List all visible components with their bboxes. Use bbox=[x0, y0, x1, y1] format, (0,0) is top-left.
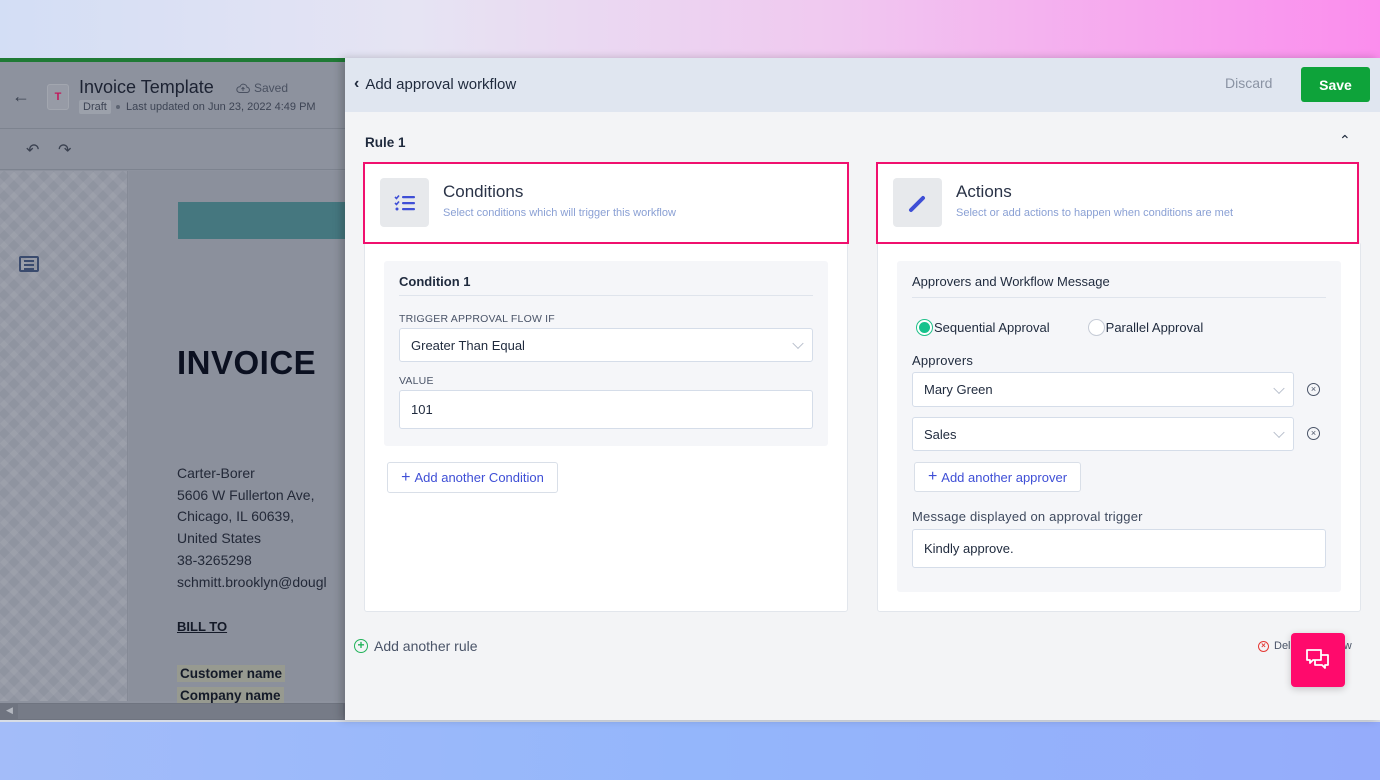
approver-value: Sales bbox=[924, 426, 957, 442]
panel-title: Add approval workflow bbox=[365, 75, 517, 93]
condition-title: Condition 1 bbox=[399, 274, 471, 289]
approval-mode-group: Sequential Approval Parallel Approval bbox=[916, 319, 1203, 336]
panel-header: ‹ Add approval workflow Discard Save bbox=[345, 58, 1380, 112]
approver-value: Mary Green bbox=[924, 382, 993, 397]
remove-approver-icon[interactable]: × bbox=[1307, 383, 1320, 396]
invoice-heading: INVOICE bbox=[177, 344, 317, 381]
document-type-badge: T bbox=[47, 84, 69, 110]
actions-card: Approvers and Workflow Message Sequentia… bbox=[877, 242, 1361, 612]
radio-parallel-approval[interactable]: Parallel Approval bbox=[1087, 319, 1204, 336]
chevron-down-icon bbox=[792, 337, 804, 350]
add-rule-label: Add another rule bbox=[374, 638, 478, 654]
add-approver-label: Add another approver bbox=[941, 469, 1068, 485]
customer-name-field: Customer name bbox=[177, 665, 286, 682]
outline-list-icon[interactable] bbox=[19, 256, 39, 272]
actions-subtitle: Select or add actions to happen when con… bbox=[956, 207, 1234, 219]
value-input-text: 101 bbox=[411, 402, 433, 417]
trigger-label: TRIGGER APPROVAL FLOW IF bbox=[399, 313, 555, 325]
address-line: 38-3265298 bbox=[177, 551, 252, 568]
chat-button[interactable] bbox=[1291, 633, 1345, 687]
chevron-up-icon[interactable]: ⌃ bbox=[1339, 132, 1351, 149]
back-button[interactable]: ‹ Add approval workflow bbox=[354, 75, 516, 93]
scroll-left-icon[interactable]: ◀ bbox=[6, 705, 13, 716]
separator-dot bbox=[116, 105, 120, 110]
plus-circle-icon: + bbox=[354, 639, 368, 653]
plus-icon: + bbox=[927, 468, 938, 485]
radio-unselected-icon bbox=[1087, 319, 1105, 336]
approvers-section-title: Approvers and Workflow Message bbox=[912, 274, 1110, 289]
message-input-text: Kindly approve. bbox=[924, 541, 1014, 556]
add-approver-button[interactable]: + Add another approver bbox=[914, 462, 1081, 492]
condition-block: Condition 1 TRIGGER APPROVAL FLOW IF Gre… bbox=[384, 261, 828, 446]
conditions-header[interactable]: Conditions Select conditions which will … bbox=[363, 162, 849, 244]
address-line: schmitt.brooklyn@dougl bbox=[177, 573, 327, 590]
invoice-page: INVOICE Carter-Borer 5606 W Fullerton Av… bbox=[129, 171, 345, 704]
trigger-operator-select[interactable]: Greater Than Equal bbox=[399, 328, 813, 362]
bill-to-heading: BILL TO bbox=[177, 619, 228, 634]
address-line: 5606 W Fullerton Ave, bbox=[177, 486, 315, 503]
cloud-upload-icon bbox=[236, 83, 250, 93]
invoice-editor: ← T Invoice Template Saved Draft Last up… bbox=[0, 58, 345, 720]
approver-select[interactable]: Mary Green bbox=[912, 372, 1294, 407]
document-title: Invoice Template bbox=[79, 77, 214, 97]
actions-header[interactable]: Actions Select or add actions to happen … bbox=[876, 162, 1359, 244]
conditions-subtitle: Select conditions which will trigger thi… bbox=[443, 207, 676, 219]
actions-title: Actions bbox=[956, 182, 1012, 201]
approvers-label: Approvers bbox=[912, 353, 974, 368]
divider bbox=[399, 295, 813, 296]
radio-selected-icon bbox=[916, 319, 933, 336]
chevron-down-icon bbox=[1273, 382, 1285, 394]
editor-toolbar: ↶ ↷ bbox=[0, 130, 345, 170]
chevron-down-icon bbox=[1273, 426, 1285, 439]
draft-tag: Draft bbox=[79, 100, 111, 114]
approvers-block: Approvers and Workflow Message Sequentia… bbox=[897, 261, 1341, 592]
add-condition-button[interactable]: + Add another Condition bbox=[387, 462, 558, 493]
divider bbox=[912, 297, 1326, 298]
radio-label: Sequential Approval bbox=[934, 320, 1050, 335]
back-arrow-icon[interactable]: ← bbox=[12, 86, 30, 107]
save-status: Saved bbox=[236, 81, 288, 95]
background-band bbox=[0, 720, 1380, 780]
save-button[interactable]: Save bbox=[1301, 67, 1370, 102]
radio-label: Parallel Approval bbox=[1105, 320, 1204, 335]
value-label: VALUE bbox=[399, 375, 434, 387]
add-rule-button[interactable]: + Add another rule bbox=[354, 638, 478, 654]
checklist-icon bbox=[393, 194, 415, 210]
save-status-text: Saved bbox=[254, 81, 289, 95]
add-condition-label: Add another Condition bbox=[414, 470, 544, 485]
company-name-field: Company name bbox=[177, 687, 284, 704]
plus-icon: + bbox=[401, 468, 411, 486]
discard-button[interactable]: Discard bbox=[1225, 75, 1272, 91]
company-address: Carter-Borer 5606 W Fullerton Ave, Chica… bbox=[177, 463, 327, 593]
conditions-icon-box bbox=[380, 178, 429, 227]
last-updated-text: Last updated on Jun 23, 2022 4:49 PM bbox=[126, 101, 316, 113]
remove-approver-icon[interactable]: × bbox=[1307, 427, 1320, 440]
conditions-title: Conditions bbox=[443, 182, 524, 201]
undo-icon[interactable]: ↶ bbox=[26, 140, 39, 160]
invoice-header-bar bbox=[178, 202, 345, 239]
address-line: Chicago, IL 60639, bbox=[177, 508, 295, 525]
editor-header: ← T Invoice Template Saved Draft Last up… bbox=[0, 62, 345, 129]
chat-icon bbox=[1306, 649, 1329, 669]
horizontal-scrollbar[interactable]: ◀ bbox=[0, 703, 345, 720]
rule-title: Rule 1 bbox=[365, 135, 406, 150]
approver-select[interactable]: Sales bbox=[912, 417, 1294, 451]
pencil-icon bbox=[908, 195, 925, 212]
conditions-card: Condition 1 TRIGGER APPROVAL FLOW IF Gre… bbox=[364, 242, 848, 612]
redo-icon[interactable]: ↷ bbox=[58, 140, 71, 160]
delete-circle-icon: × bbox=[1258, 640, 1269, 652]
address-line: Carter-Borer bbox=[177, 465, 255, 481]
value-input[interactable]: 101 bbox=[399, 390, 813, 429]
radio-sequential-approval[interactable]: Sequential Approval bbox=[916, 319, 1050, 336]
approval-workflow-panel: ‹ Add approval workflow Discard Save Rul… bbox=[345, 58, 1380, 720]
last-updated: Last updated on Jun 23, 2022 4:49 PM bbox=[116, 101, 316, 113]
address-line: United States bbox=[177, 530, 262, 547]
trigger-operator-value: Greater Than Equal bbox=[411, 337, 525, 353]
message-input[interactable]: Kindly approve. bbox=[912, 529, 1326, 568]
scrollbar-thumb[interactable] bbox=[18, 704, 343, 719]
chevron-left-icon: ‹ bbox=[354, 75, 360, 92]
message-label: Message displayed on approval trigger bbox=[912, 509, 1143, 524]
editor-sidebar bbox=[0, 171, 128, 701]
actions-icon-box bbox=[893, 178, 942, 227]
